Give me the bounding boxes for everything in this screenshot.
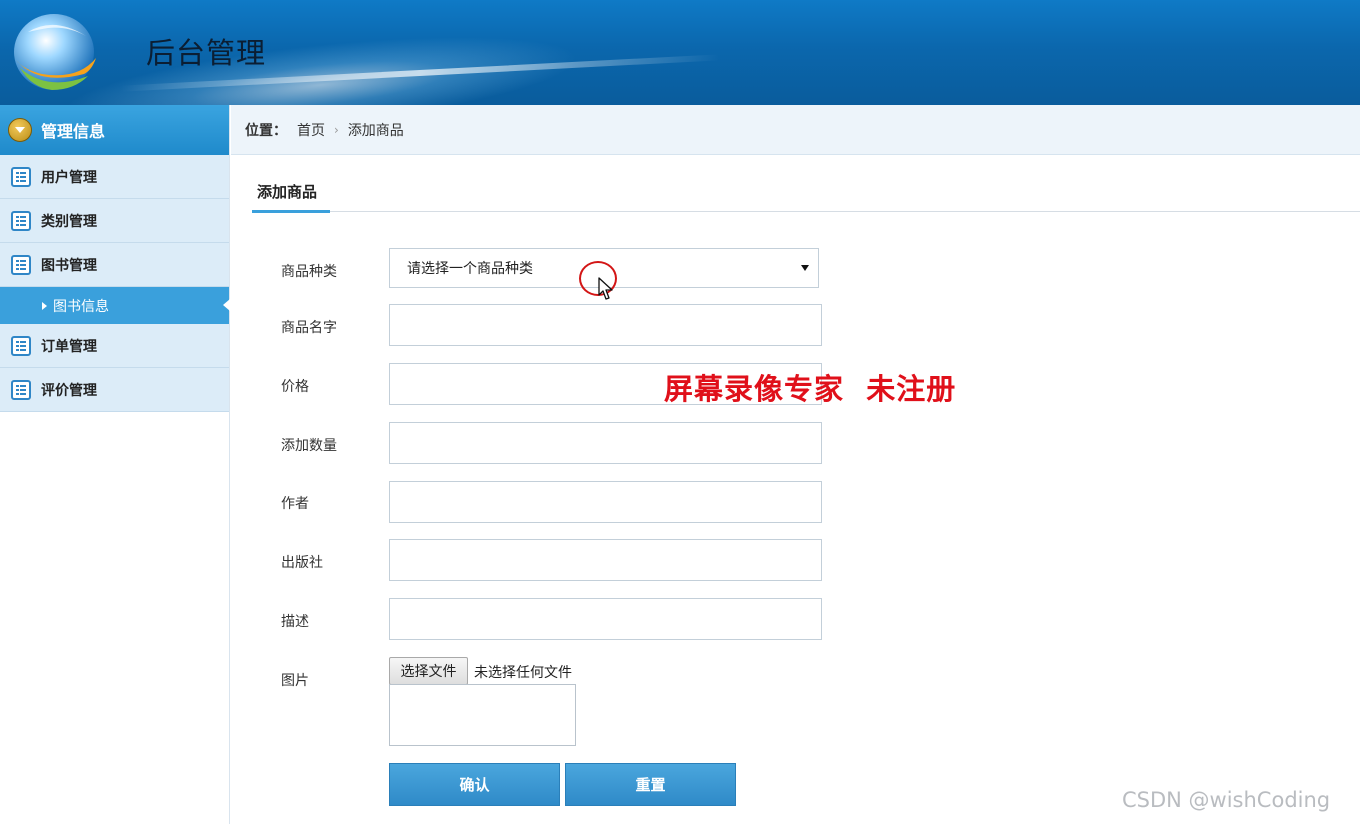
name-label: 商品名字 xyxy=(281,320,337,336)
publisher-label: 出版社 xyxy=(281,555,323,571)
dropdown-caret-icon xyxy=(801,265,809,271)
chevron-right-icon: › xyxy=(334,122,339,137)
sidebar-item-reviews[interactable]: 评价管理 xyxy=(0,368,229,412)
globe-logo-icon xyxy=(14,14,96,90)
quantity-label: 添加数量 xyxy=(281,438,337,454)
top-header: 后台管理 xyxy=(0,0,1360,105)
sidebar-item-label: 用户管理 xyxy=(41,169,97,186)
quantity-input[interactable] xyxy=(389,422,822,464)
category-label: 商品种类 xyxy=(281,264,337,280)
breadcrumb-current: 添加商品 xyxy=(347,122,404,139)
sidebar-item-label: 评价管理 xyxy=(41,382,97,399)
list-icon xyxy=(11,254,31,275)
sidebar-item-users[interactable]: 用户管理 xyxy=(0,155,229,199)
tab-add-product[interactable]: 添加商品 xyxy=(252,178,330,213)
list-icon xyxy=(11,210,31,231)
list-icon xyxy=(11,379,31,400)
list-icon xyxy=(11,166,31,187)
price-label: 价格 xyxy=(281,379,309,395)
sidebar-subitem-book-info[interactable]: 图书信息 xyxy=(0,287,230,324)
image-preview-box xyxy=(389,684,576,746)
caret-right-icon xyxy=(42,301,47,310)
tab-divider xyxy=(252,211,1360,212)
list-icon xyxy=(11,335,31,356)
sidebar-item-label: 图书管理 xyxy=(41,257,97,274)
sidebar-header-label: 管理信息 xyxy=(41,122,106,141)
sidebar: 管理信息 用户管理 类别管理 图书管理 图书信息 订单管理 评价管理 xyxy=(0,105,230,824)
image-label: 图片 xyxy=(281,673,309,689)
choose-file-button[interactable]: 选择文件 xyxy=(389,657,468,685)
author-label: 作者 xyxy=(281,496,309,512)
sidebar-section-header[interactable]: 管理信息 xyxy=(0,105,229,155)
csdn-watermark: CSDN @wishCoding xyxy=(1122,788,1331,812)
sidebar-item-orders[interactable]: 订单管理 xyxy=(0,324,229,368)
sidebar-item-label: 订单管理 xyxy=(41,338,97,355)
sidebar-item-label: 类别管理 xyxy=(41,213,97,230)
category-selected-value: 请选择一个商品种类 xyxy=(407,261,533,277)
sidebar-item-books[interactable]: 图书管理 xyxy=(0,243,229,287)
description-input[interactable] xyxy=(389,598,822,640)
collapse-arrow-icon xyxy=(8,118,32,142)
breadcrumb-label: 位置： xyxy=(245,122,287,139)
publisher-input[interactable] xyxy=(389,539,822,581)
file-status-text: 未选择任何文件 xyxy=(474,665,572,681)
author-input[interactable] xyxy=(389,481,822,523)
name-input[interactable] xyxy=(389,304,822,346)
mouse-pointer-icon xyxy=(598,277,613,300)
reset-button[interactable]: 重置 xyxy=(565,763,736,806)
app-title: 后台管理 xyxy=(146,36,267,70)
breadcrumb-home-link[interactable]: 首页 xyxy=(297,120,325,140)
confirm-button[interactable]: 确认 xyxy=(389,763,560,806)
sidebar-item-categories[interactable]: 类别管理 xyxy=(0,199,229,243)
recorder-watermark: 屏幕录像专家 未注册 xyxy=(664,372,957,406)
sidebar-subitem-label: 图书信息 xyxy=(53,298,109,315)
description-label: 描述 xyxy=(281,614,309,630)
breadcrumb: 位置： 首页 › 添加商品 xyxy=(231,105,1360,155)
